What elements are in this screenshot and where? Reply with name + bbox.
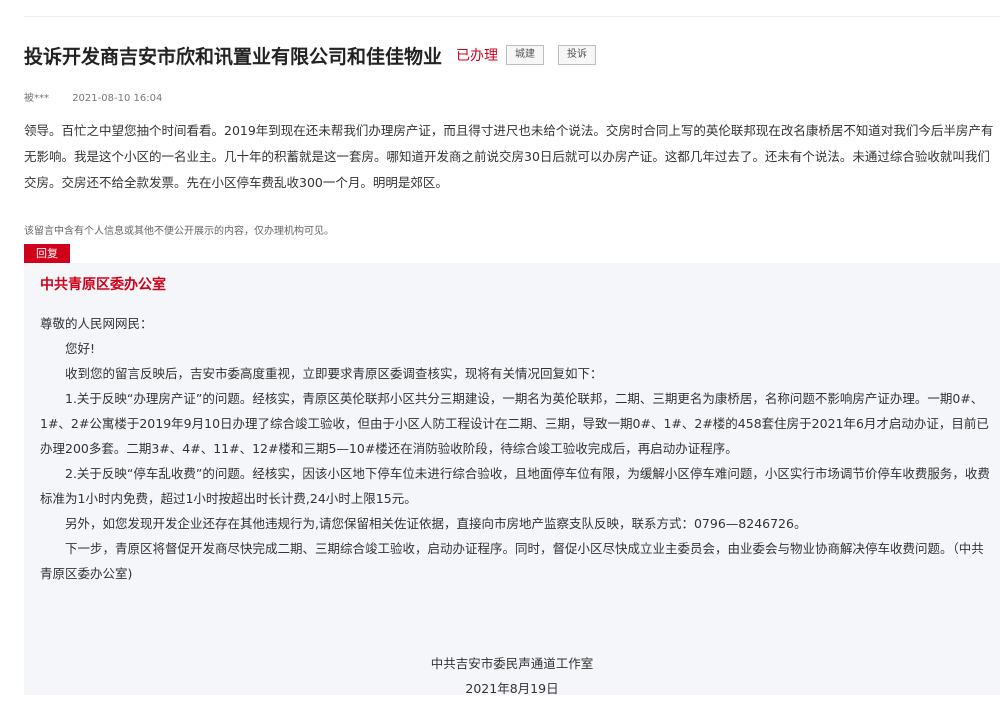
signature-org: 中共吉安市委民声通道工作室	[430, 656, 594, 671]
reply-body: 尊敬的人民网网民： 您好! 收到您的留言反映后，吉安市委高度重视，立即要求青原区…	[40, 311, 992, 586]
tag-category[interactable]: 城建	[506, 45, 545, 65]
signature-date: 2021年8月19日	[465, 681, 559, 696]
status-label: 已办理	[456, 48, 499, 64]
top-divider	[24, 16, 1000, 17]
message-meta: 被*** 2021-08-10 16:04	[24, 89, 162, 104]
reply-box: 中共青原区委办公室 尊敬的人民网网民： 您好! 收到您的留言反映后，吉安市委高度…	[24, 263, 1000, 696]
tag-type[interactable]: 投诉	[558, 45, 597, 65]
author-name: 被***	[24, 93, 49, 104]
message-body: 领导。百忙之中望您抽个时间看看。2019年到现在还未帮我们办理房产证，而且得寸进…	[24, 123, 994, 190]
reply-signature: 中共吉安市委民声通道工作室 2021年8月19日	[24, 651, 1000, 701]
reply-paragraph: 下一步，青原区将督促开发商尽快完成二期、三期综合竣工验收，启动办证程序。同时，督…	[40, 541, 984, 581]
reply-badge: 回复	[24, 244, 70, 263]
reply-content: 中共青原区委办公室 尊敬的人民网网民： 您好! 收到您的留言反映后，吉安市委高度…	[40, 275, 992, 586]
privacy-notice: 该留言中含有个人信息或其他不便公开展示的内容，仅办理机构可见。	[24, 226, 334, 237]
reply-paragraph: 收到您的留言反映后，吉安市委高度重视，立即要求青原区委调查核实，现将有关情况回复…	[65, 366, 603, 381]
reply-paragraph: 1.关于反映“办理房产证”的问题。经核实，青原区英伦联邦小区共分三期建设，一期名…	[40, 391, 989, 456]
reply-paragraph: 2.关于反映“停车乱收费”的问题。经核实，因该小区地下停车位未进行综合验收，且地…	[40, 466, 990, 506]
reply-paragraph: 您好!	[65, 341, 96, 356]
reply-org: 中共青原区委办公室	[40, 277, 166, 293]
reply-paragraph: 另外，如您发现开发企业还存在其他违规行为,请您保留相关佐证依据，直接向市房地产监…	[65, 516, 807, 531]
title-row: 投诉开发商吉安市欣和讯置业有限公司和佳佳物业 已办理 城建 投诉	[24, 40, 597, 70]
post-date: 2021-08-10 16:04	[72, 93, 163, 104]
page-title: 投诉开发商吉安市欣和讯置业有限公司和佳佳物业	[24, 45, 443, 68]
reply-salutation: 尊敬的人民网网民：	[40, 316, 153, 331]
